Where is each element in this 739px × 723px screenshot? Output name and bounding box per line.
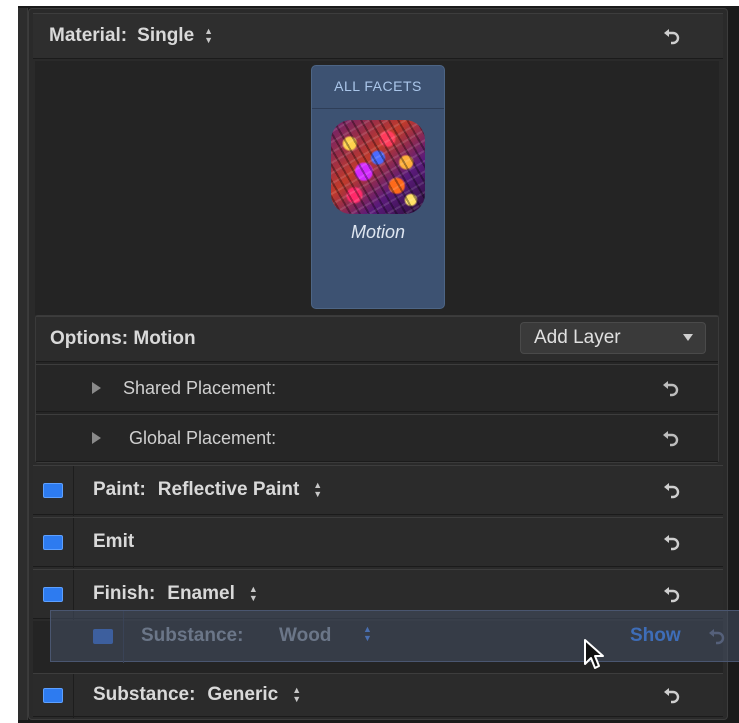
- global-placement-label: Global Placement:: [129, 427, 277, 448]
- layer-row-paint[interactable]: Paint: Reflective Paint ▲ ▼: [33, 465, 723, 516]
- dropdown-arrow-icon: [683, 334, 693, 341]
- shared-placement-reset-icon[interactable]: [660, 377, 682, 399]
- paint-reset-icon[interactable]: [661, 479, 683, 501]
- facet-divider: [312, 108, 444, 109]
- finish-stepper-icon[interactable]: ▲ ▼: [249, 585, 258, 603]
- material-row: Material: Single ▲ ▼: [33, 13, 723, 59]
- finish-reset-icon[interactable]: [661, 583, 683, 605]
- global-placement-row[interactable]: Global Placement:: [36, 414, 718, 462]
- ghost-checkbox-icon: [93, 629, 113, 644]
- motion-thumbnail-icon: [331, 120, 425, 214]
- shared-placement-row[interactable]: Shared Placement:: [36, 364, 718, 412]
- options-label: Options: Motion: [50, 328, 196, 349]
- disclosure-triangle-icon[interactable]: [92, 382, 101, 394]
- finish-value[interactable]: Enamel: [167, 583, 235, 605]
- shared-placement-label: Shared Placement:: [123, 377, 277, 398]
- layer-row-substance-generic[interactable]: Substance: Generic ▲ ▼: [33, 673, 723, 718]
- emit-checkbox-icon[interactable]: [43, 534, 63, 550]
- material-value[interactable]: Single: [137, 25, 194, 47]
- paint-stepper-icon[interactable]: ▲ ▼: [313, 481, 322, 499]
- ghost-show-label: Show: [630, 625, 681, 646]
- paint-label: Paint:: [93, 479, 146, 500]
- material-label: Material:: [49, 25, 128, 46]
- row-separator: [73, 518, 74, 568]
- row-separator: [73, 674, 74, 718]
- global-placement-reset-icon[interactable]: [660, 427, 682, 449]
- emit-label: Emit: [93, 531, 135, 552]
- finish-label: Finish:: [93, 583, 156, 604]
- material-stepper-icon[interactable]: ▲ ▼: [204, 27, 213, 45]
- inspector-edge: [18, 8, 28, 720]
- ghost-stepper-icon: ▲ ▼: [363, 624, 372, 643]
- ghost-separator: [123, 611, 124, 663]
- facet-name: Motion: [350, 222, 406, 242]
- ghost-substance-value: Wood: [279, 625, 332, 646]
- layer-row-emit[interactable]: Emit: [33, 517, 723, 568]
- disclosure-triangle-icon[interactable]: [92, 432, 101, 444]
- emit-reset-icon[interactable]: [661, 531, 683, 553]
- substance-value[interactable]: Generic: [207, 684, 278, 706]
- substance-reset-icon[interactable]: [661, 684, 683, 706]
- paint-value[interactable]: Reflective Paint: [158, 479, 300, 501]
- all-facets-title: ALL FACETS: [334, 78, 422, 94]
- row-separator: [73, 466, 74, 516]
- add-layer-dropdown[interactable]: Add Layer: [520, 322, 706, 354]
- material-reset-icon[interactable]: [661, 25, 683, 47]
- substance-stepper-icon[interactable]: ▲ ▼: [292, 686, 301, 704]
- facet-card-motion[interactable]: ALL FACETS Motion: [311, 65, 445, 309]
- add-layer-label: Add Layer: [534, 327, 621, 348]
- mouse-pointer-icon: [584, 639, 604, 669]
- paint-checkbox-icon[interactable]: [43, 482, 63, 498]
- substance-checkbox-icon[interactable]: [43, 687, 63, 703]
- dragged-layer-ghost[interactable]: Substance: Wood ▲ ▼ Show: [50, 610, 739, 663]
- ghost-reset-icon: [706, 625, 728, 647]
- left-margin: [0, 0, 18, 723]
- finish-checkbox-icon[interactable]: [43, 586, 63, 602]
- ghost-substance-label: Substance:: [141, 625, 244, 646]
- substance-label: Substance:: [93, 684, 196, 705]
